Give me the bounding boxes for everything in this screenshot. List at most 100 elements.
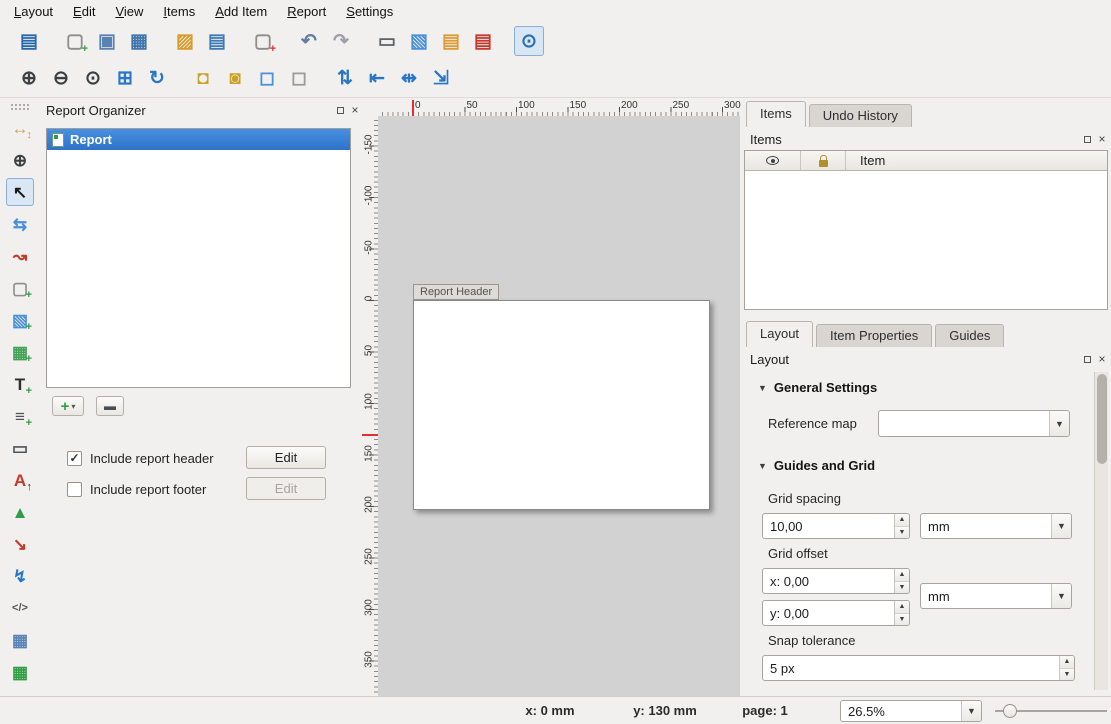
spin-down-icon[interactable]: ▼	[895, 527, 909, 539]
tree-item-report[interactable]: Report	[47, 129, 350, 150]
add-arrow-icon[interactable]: ↘	[6, 530, 34, 558]
spin-down-icon[interactable]: ▼	[895, 582, 909, 594]
zoom-out-icon[interactable]: ⊖	[46, 64, 76, 94]
close-panel-button[interactable]: ×	[1095, 352, 1109, 366]
spin-up-icon[interactable]: ▲	[895, 569, 909, 582]
spin-up-icon[interactable]: ▲	[895, 514, 909, 527]
lock-column-header[interactable]	[801, 151, 846, 170]
float-panel-button[interactable]	[1080, 132, 1094, 146]
refresh-icon[interactable]: ↻	[142, 64, 172, 94]
grid-offset-x-spinbox[interactable]: x: 0,00 ▲▼	[762, 568, 910, 594]
select-all-icon[interactable]: ◻	[252, 64, 282, 94]
export-image-icon[interactable]: ▧	[404, 26, 434, 56]
add-node-item-icon[interactable]: ↯	[6, 562, 34, 590]
float-panel-button[interactable]	[1080, 352, 1094, 366]
spin-buttons[interactable]: ▲▼	[894, 514, 909, 538]
add-shape-icon[interactable]: ▲	[6, 498, 34, 526]
slider-thumb[interactable]	[1003, 704, 1017, 718]
reference-map-combobox[interactable]: ▼	[878, 410, 1070, 437]
raise-items-icon[interactable]: ⇅	[330, 64, 360, 94]
snap-tolerance-spinbox[interactable]: 5 px ▲▼	[762, 655, 1075, 681]
edit-header-button[interactable]: Edit	[246, 446, 326, 469]
menu-view[interactable]: View	[105, 2, 153, 21]
open-icon[interactable]: ▨	[170, 26, 200, 56]
deselect-all-icon[interactable]: ◻	[284, 64, 314, 94]
add-scalebar-icon[interactable]: ▭	[6, 434, 34, 462]
general-settings-section[interactable]: ▼General Settings	[758, 380, 877, 395]
spin-down-icon[interactable]: ▼	[895, 614, 909, 626]
tab-guides[interactable]: Guides	[935, 324, 1004, 347]
zoom-in-icon[interactable]: ⊕	[14, 64, 44, 94]
resize-items-icon[interactable]: ⇲	[426, 64, 456, 94]
add-north-arrow-icon[interactable]: A↑	[6, 466, 34, 494]
pan-tool-icon[interactable]: ↔↕	[6, 114, 34, 142]
move-content-tool-icon[interactable]: ⇆	[6, 210, 34, 238]
menu-layout[interactable]: Layout	[4, 2, 63, 21]
new-layout-icon[interactable]: ▢+	[60, 26, 90, 56]
add-fixed-table-icon[interactable]: ▦	[6, 658, 34, 686]
unlock-items-icon[interactable]: ◙	[220, 64, 250, 94]
visibility-column-header[interactable]	[745, 151, 801, 170]
menu-add-item[interactable]: Add Item	[205, 2, 277, 21]
grid-offset-unit-combobox[interactable]: mm ▼	[920, 583, 1072, 609]
toolbar-drag-handle[interactable]	[10, 103, 30, 111]
remove-section-button[interactable]: ▬	[96, 396, 124, 416]
add-html-icon[interactable]: </>	[6, 594, 34, 622]
horizontal-ruler[interactable]: 050100150200250300	[378, 100, 740, 116]
layout-manager-icon[interactable]: ▦	[124, 26, 154, 56]
edit-footer-button[interactable]: Edit	[246, 477, 326, 500]
add-legend-icon[interactable]: ≡+	[6, 402, 34, 430]
redo-icon[interactable]: ↷	[326, 26, 356, 56]
tab-undo-history[interactable]: Undo History	[809, 104, 912, 127]
tab-items[interactable]: Items	[746, 101, 806, 127]
grid-spacing-unit-combobox[interactable]: mm ▼	[920, 513, 1072, 539]
grid-offset-y-spinbox[interactable]: y: 0,00 ▲▼	[762, 600, 910, 626]
zoom-slider[interactable]	[995, 697, 1107, 724]
select-tool-icon[interactable]: ↖	[6, 178, 34, 206]
menu-items[interactable]: Items	[153, 2, 205, 21]
float-panel-button[interactable]	[333, 103, 347, 117]
spin-buttons[interactable]: ▲▼	[894, 569, 909, 593]
undo-icon[interactable]: ↶	[294, 26, 324, 56]
edit-nodes-tool-icon[interactable]: ↝	[6, 242, 34, 270]
tab-item-properties[interactable]: Item Properties	[816, 324, 932, 347]
add-picture-icon[interactable]: ▧+	[6, 306, 34, 334]
zoom-actual-icon[interactable]: ⊙	[78, 64, 108, 94]
layout-canvas[interactable]: Report Header	[378, 116, 740, 696]
add-attribute-table-icon[interactable]: ▦	[6, 626, 34, 654]
add-pages-icon[interactable]: ▢+	[248, 26, 278, 56]
grid-spacing-spinbox[interactable]: 10,00 ▲▼	[762, 513, 910, 539]
scrollbar-thumb[interactable]	[1097, 374, 1107, 464]
spin-up-icon[interactable]: ▲	[1060, 656, 1074, 669]
layout-panel-scrollbar[interactable]	[1094, 372, 1108, 690]
zoom-tool-icon[interactable]: ⊕	[6, 146, 34, 174]
include-footer-checkbox[interactable]: ✓	[67, 482, 82, 497]
include-header-checkbox[interactable]: ✓	[67, 451, 82, 466]
save-as-icon[interactable]: ▤	[202, 26, 232, 56]
report-page[interactable]	[413, 300, 710, 510]
refresh-preview-icon[interactable]: ⊙	[514, 26, 544, 56]
vertical-ruler[interactable]: -150-100-50050100150200250300350	[362, 116, 378, 694]
spin-down-icon[interactable]: ▼	[1060, 669, 1074, 681]
add-section-button[interactable]: +▾	[52, 396, 84, 416]
zoom-full-icon[interactable]: ⊞	[110, 64, 140, 94]
tab-layout[interactable]: Layout	[746, 321, 813, 347]
lock-items-icon[interactable]: ◘	[188, 64, 218, 94]
add-page-icon[interactable]: ▢+	[6, 274, 34, 302]
add-label-icon[interactable]: T+	[6, 370, 34, 398]
distribute-items-icon[interactable]: ⇹	[394, 64, 424, 94]
spin-buttons[interactable]: ▲▼	[1059, 656, 1074, 680]
align-items-icon[interactable]: ⇤	[362, 64, 392, 94]
export-svg-icon[interactable]: ▤	[436, 26, 466, 56]
close-panel-button[interactable]: ×	[1095, 132, 1109, 146]
duplicate-layout-icon[interactable]: ▣	[92, 26, 122, 56]
menu-settings[interactable]: Settings	[336, 2, 403, 21]
spin-up-icon[interactable]: ▲	[895, 601, 909, 614]
add-map-icon[interactable]: ▦+	[6, 338, 34, 366]
print-icon[interactable]: ▭	[372, 26, 402, 56]
item-column-header[interactable]: Item	[846, 151, 1107, 170]
menu-edit[interactable]: Edit	[63, 2, 105, 21]
save-icon[interactable]: ▤	[14, 26, 44, 56]
menu-report[interactable]: Report	[277, 2, 336, 21]
export-pdf-icon[interactable]: ▤	[468, 26, 498, 56]
